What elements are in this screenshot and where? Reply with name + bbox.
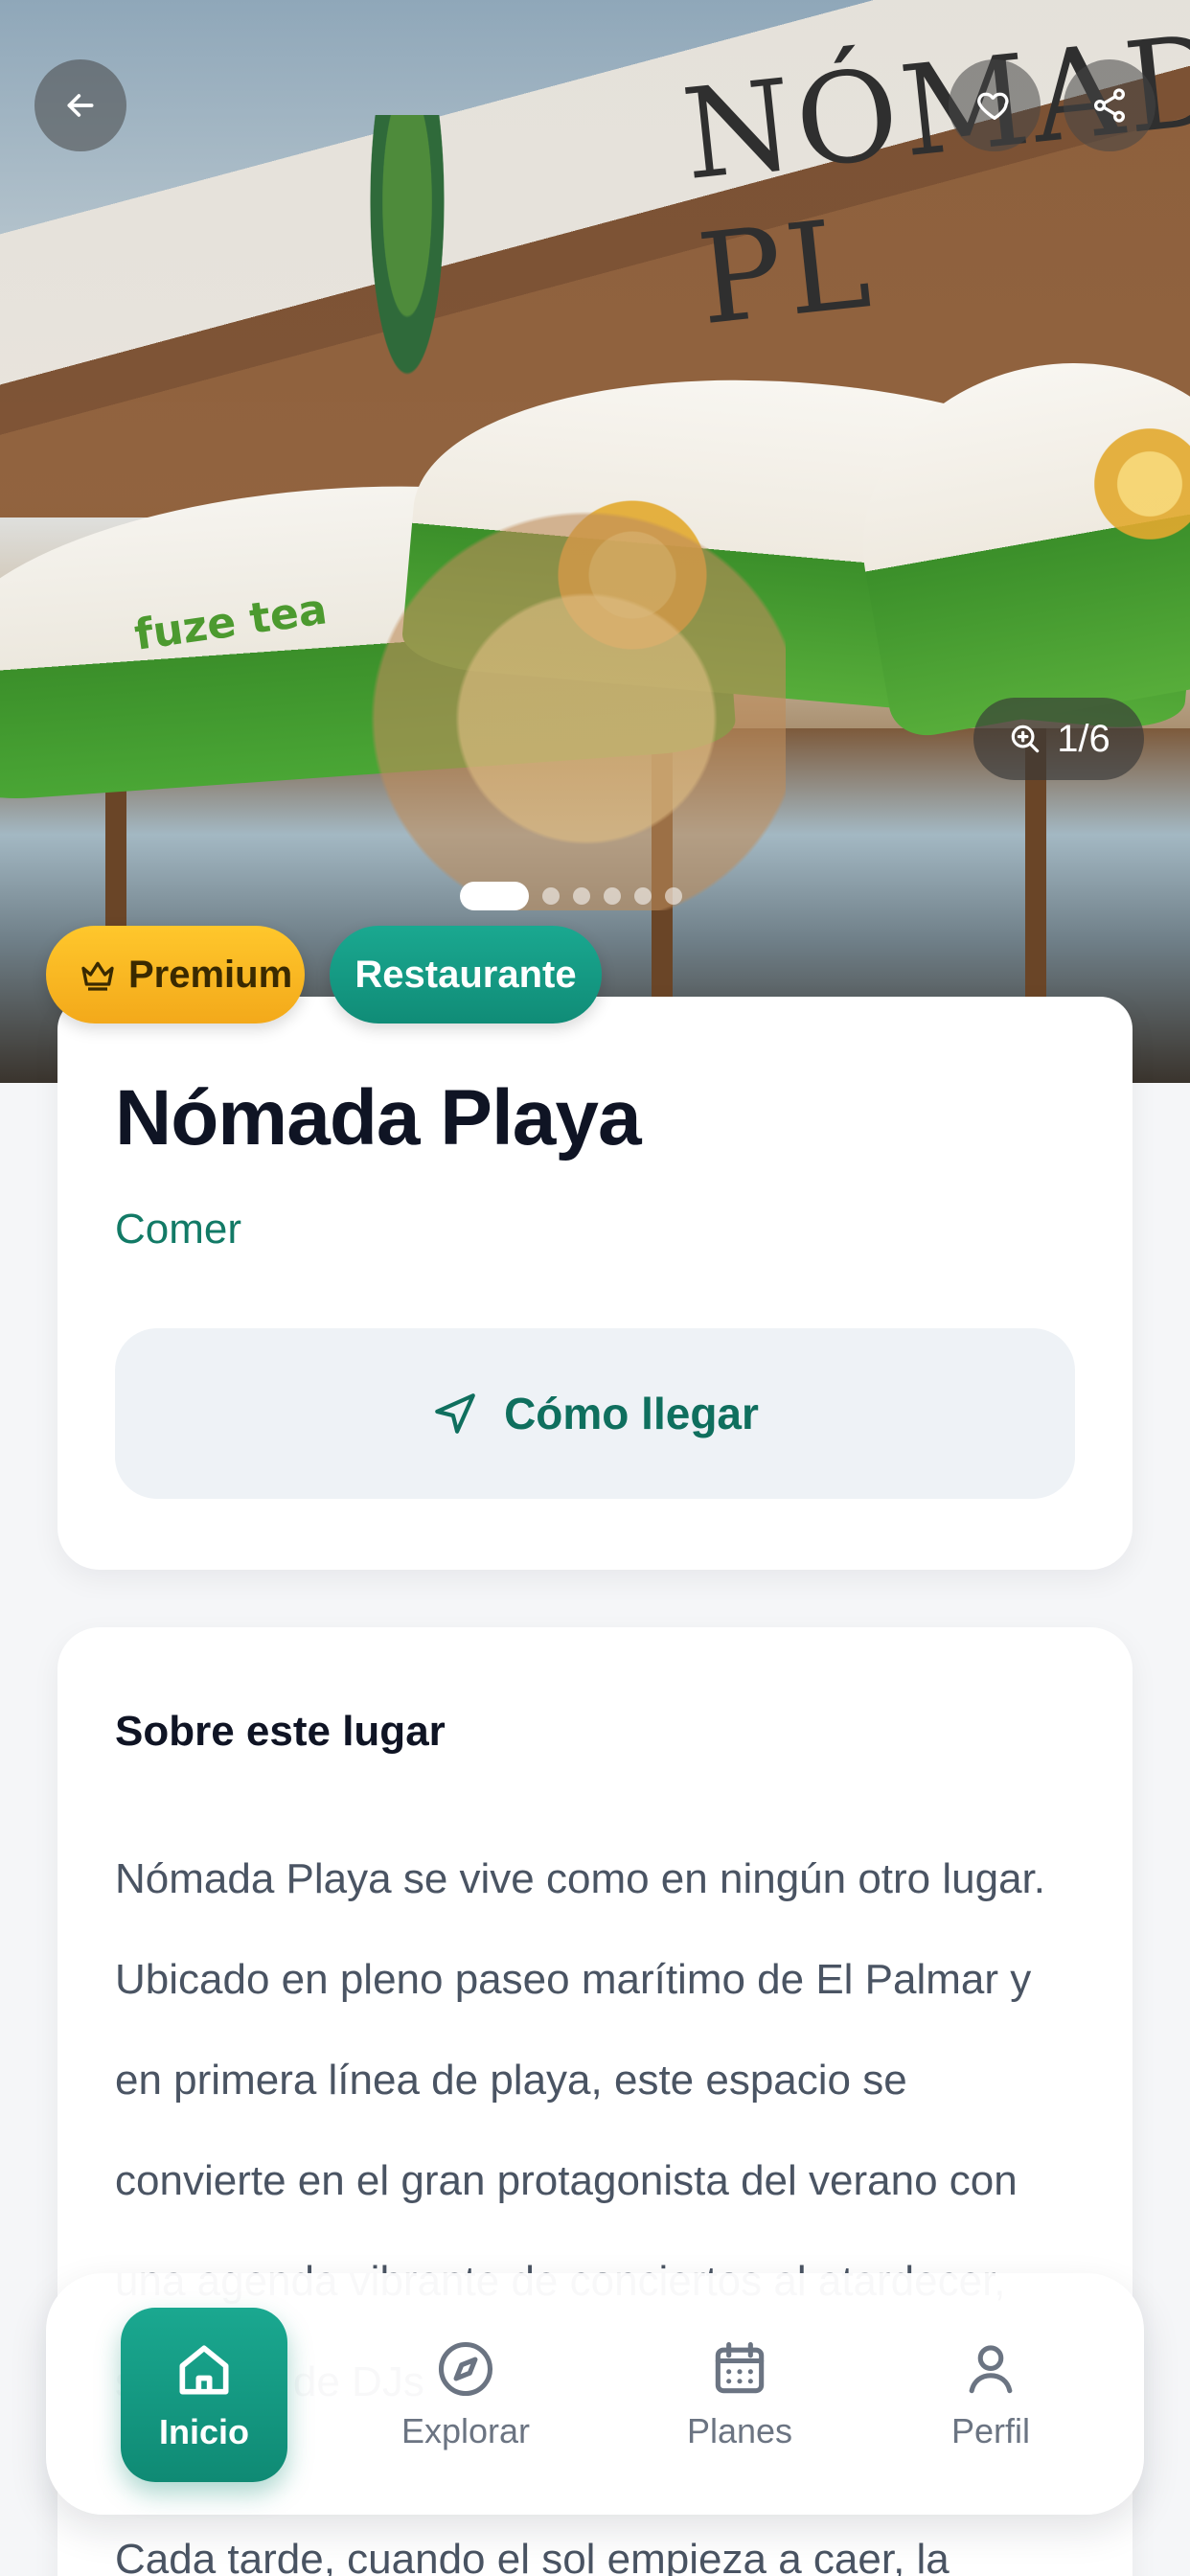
about-description-continued: Cada tarde, cuando el sol empieza a caer… [115, 2536, 950, 2576]
hanging-plant [364, 115, 450, 402]
compass-icon [438, 2341, 493, 2397]
nav-label-inicio: Inicio [158, 2412, 249, 2451]
back-button[interactable] [34, 59, 126, 151]
nav-item-inicio[interactable]: Inicio [121, 2308, 287, 2482]
nav-item-explorar[interactable]: Explorar [379, 2308, 552, 2480]
nav-item-perfil[interactable]: Perfil [904, 2308, 1077, 2480]
zoom-in-icon [1011, 724, 1040, 753]
about-title: Sobre este lugar [115, 1708, 446, 1755]
place-header-card: Nómada Playa Comer Cómo llegar [57, 997, 1133, 1570]
carousel-dot[interactable] [665, 887, 682, 905]
carousel-dot[interactable] [573, 887, 590, 905]
nav-item-planes[interactable]: Planes [653, 2308, 826, 2480]
premium-label: Premium [128, 953, 293, 996]
crown-icon [81, 961, 114, 991]
premium-badge: Premium [46, 926, 305, 1024]
arrow-left-icon [67, 94, 94, 117]
heart-icon [977, 92, 1009, 121]
home-icon [179, 2345, 229, 2395]
category-badge: Restaurante [330, 926, 602, 1024]
directions-label: Cómo llegar [504, 1389, 759, 1438]
category-badge-label: Restaurante [355, 953, 577, 996]
palm-plant [287, 431, 786, 910]
place-title: Nómada Playa [115, 1074, 642, 1162]
directions-button[interactable]: Cómo llegar [115, 1328, 1075, 1499]
nav-label-explorar: Explorar [400, 2411, 531, 2450]
place-category[interactable]: Comer [115, 1206, 241, 1254]
user-icon [969, 2345, 1013, 2394]
share-button[interactable] [1064, 59, 1156, 151]
carousel-dot[interactable] [634, 887, 652, 905]
gallery-counter-button[interactable]: 1/6 [973, 698, 1144, 780]
carousel-dot[interactable] [604, 887, 621, 905]
hero-photo[interactable]: NÓMADA PL fuze tea [0, 0, 1190, 1083]
calendar-icon [715, 2341, 765, 2394]
navigation-arrow-icon [435, 1393, 475, 1434]
nav-label-perfil: Perfil [950, 2411, 1031, 2450]
carousel-dot-active[interactable] [460, 882, 529, 910]
carousel-indicator [460, 882, 682, 910]
nav-label-planes: Planes [686, 2411, 793, 2450]
favorite-button[interactable] [949, 59, 1041, 151]
bottom-navigation: Inicio Explorar Planes Perfil [46, 2273, 1144, 2515]
share-icon [1094, 88, 1125, 123]
gallery-counter-text: 1/6 [1057, 717, 1110, 760]
carousel-dot[interactable] [542, 887, 560, 905]
